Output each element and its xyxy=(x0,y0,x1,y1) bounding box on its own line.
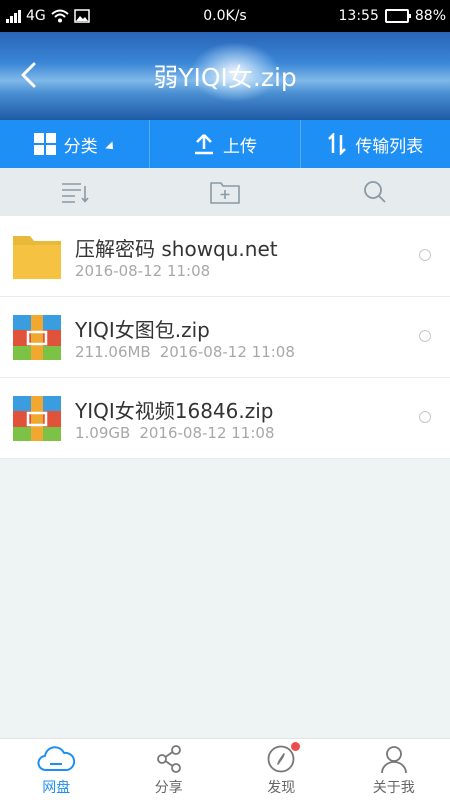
search-icon xyxy=(364,181,386,203)
transfer-list-label: 传输列表 xyxy=(355,136,424,157)
new-folder-button[interactable] xyxy=(150,168,300,216)
nav-share[interactable]: 分享 xyxy=(113,739,226,800)
tool-bar xyxy=(0,168,450,216)
nav-label: 关于我 xyxy=(372,780,415,796)
upload-label: 上传 xyxy=(222,136,257,157)
clock: 13:55 xyxy=(338,8,379,24)
nav-label: 发现 xyxy=(267,780,296,796)
user-icon xyxy=(380,746,407,774)
file-name: YIQI女图包.zip xyxy=(75,318,210,342)
file-date: 2016-08-12 11:08 xyxy=(159,343,295,361)
action-bar: 分类 上传 传输列表 xyxy=(0,120,450,168)
upload-button[interactable]: 上传 xyxy=(149,120,299,168)
file-name: 压解密码 showqu.net xyxy=(75,237,278,261)
search-button[interactable] xyxy=(300,168,450,216)
file-row[interactable]: YIQI女视频16846.zip 1.09GB 2016-08-12 11:08 xyxy=(0,378,450,459)
page-title: 弱YIQI女.zip xyxy=(153,63,297,92)
status-bar: 4G 0.0K/s 13:55 88% xyxy=(0,0,450,32)
file-date: 2016-08-12 11:08 xyxy=(75,262,211,280)
file-size: 211.06MB xyxy=(75,343,151,361)
select-radio[interactable] xyxy=(419,249,431,261)
header: 弱YIQI女.zip xyxy=(0,32,450,120)
folder-icon xyxy=(13,236,61,279)
nav-label: 网盘 xyxy=(42,780,71,796)
dropdown-caret-icon xyxy=(104,141,117,153)
file-list: 压解密码 showqu.net 2016-08-12 11:08 YIQI女图包… xyxy=(0,216,450,459)
grid-icon xyxy=(33,133,56,155)
zip-archive-icon xyxy=(13,396,61,441)
file-name: YIQI女视频16846.zip xyxy=(75,399,274,423)
notification-dot xyxy=(291,742,300,751)
transfer-list-button[interactable]: 传输列表 xyxy=(299,120,450,168)
select-radio[interactable] xyxy=(419,411,431,423)
battery-icon xyxy=(384,9,411,23)
nav-cloud-disk[interactable]: 网盘 xyxy=(0,739,113,800)
sort-list-icon xyxy=(62,183,89,203)
file-size: 1.09GB xyxy=(75,424,131,442)
file-row[interactable]: 压解密码 showqu.net 2016-08-12 11:08 xyxy=(0,216,450,297)
sort-button[interactable] xyxy=(0,168,150,216)
file-date: 2016-08-12 11:08 xyxy=(139,424,275,442)
upload-icon xyxy=(194,134,213,155)
zip-archive-icon xyxy=(13,315,61,360)
nav-label: 分享 xyxy=(154,780,183,796)
bottom-nav: 网盘 分享 发现 关于我 xyxy=(0,738,450,800)
cloud-icon xyxy=(37,746,76,771)
battery-percent: 88% xyxy=(414,8,446,24)
nav-about-me[interactable]: 关于我 xyxy=(338,739,450,800)
classify-label: 分类 xyxy=(63,136,98,157)
new-folder-icon xyxy=(210,182,240,204)
share-icon xyxy=(156,745,181,773)
classify-button[interactable]: 分类 xyxy=(0,120,149,168)
file-row[interactable]: YIQI女图包.zip 211.06MB 2016-08-12 11:08 xyxy=(0,297,450,378)
transfer-icon xyxy=(328,133,347,155)
select-radio[interactable] xyxy=(419,330,431,342)
nav-discover[interactable]: 发现 xyxy=(225,739,338,800)
